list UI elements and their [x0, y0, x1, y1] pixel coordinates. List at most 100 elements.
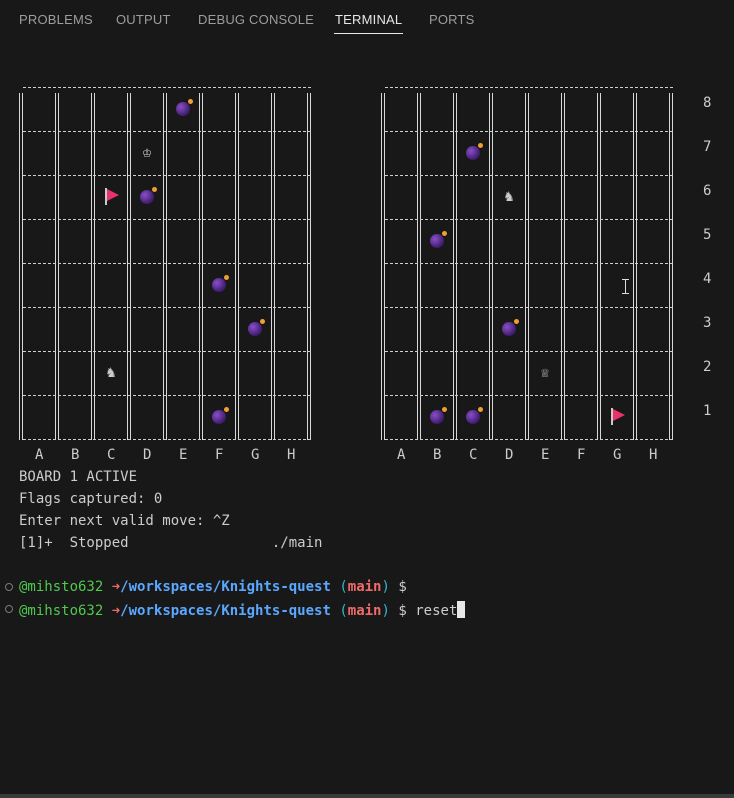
board-rank-divider — [23, 307, 311, 308]
row-label: 7 — [703, 139, 712, 155]
mouse-ibeam-icon — [622, 279, 629, 294]
board-rank-divider — [385, 439, 673, 440]
prompt-decoration-icon — [5, 605, 13, 613]
knight-piece-icon: ♞ — [504, 187, 514, 205]
row-label: 5 — [703, 227, 712, 243]
column-label: H — [649, 447, 658, 463]
shell-prompt-2[interactable]: @mihsto632 ➜/workspaces/Knights-quest (m… — [19, 601, 466, 619]
bomb-icon — [176, 99, 193, 116]
column-label: F — [215, 447, 224, 463]
status-board-active: BOARD 1 ACTIVE — [19, 469, 138, 485]
board-grid-line — [633, 93, 637, 440]
column-label: B — [433, 447, 442, 463]
column-label: G — [251, 447, 260, 463]
board-rank-divider — [385, 219, 673, 220]
column-label: G — [613, 447, 622, 463]
board-rank-divider — [23, 351, 311, 352]
board-grid-line — [597, 93, 601, 440]
bottom-edge — [0, 794, 734, 798]
bomb-icon — [466, 407, 483, 424]
tab-terminal[interactable]: TERMINAL — [333, 12, 404, 34]
bomb-icon — [212, 407, 229, 424]
board-grid-line — [669, 93, 673, 440]
board-rank-divider — [23, 175, 311, 176]
board-1: ♔ ♞ — [19, 87, 313, 444]
knight-piece-icon: ♞ — [106, 363, 116, 381]
board-rank-divider — [385, 87, 673, 88]
board-rank-divider — [23, 395, 311, 396]
job-stopped-message: [1]+ Stopped ./main — [19, 535, 323, 551]
board-rank-divider — [385, 307, 673, 308]
board-grid-line — [91, 93, 95, 440]
row-label: 6 — [703, 183, 712, 199]
tab-output[interactable]: OUTPUT — [116, 12, 171, 27]
board-grid-line — [525, 93, 529, 440]
board-grid-line — [561, 93, 565, 440]
bomb-icon — [502, 319, 519, 336]
prompt-user: @mihsto632 — [19, 579, 104, 595]
text-cursor — [457, 601, 466, 618]
king-piece-icon: ♔ — [142, 143, 152, 161]
prompt-dollar: $ — [398, 603, 407, 619]
prompt-paren-close: ) — [381, 603, 390, 619]
bomb-icon — [466, 143, 483, 160]
column-label: C — [469, 447, 478, 463]
prompt-paren-close: ) — [381, 579, 390, 595]
move-input-prompt: Enter next valid move: ^Z — [19, 513, 230, 529]
row-label: 3 — [703, 315, 712, 331]
prompt-dollar: $ — [398, 579, 407, 595]
board-rank-divider — [385, 131, 673, 132]
typed-command[interactable]: reset — [415, 603, 457, 619]
bomb-icon — [212, 275, 229, 292]
tab-problems[interactable]: PROBLEMS — [19, 12, 93, 27]
prompt-decoration-icon — [5, 583, 13, 591]
column-label: D — [143, 447, 152, 463]
board-grid-line — [307, 93, 311, 440]
board-rank-divider — [385, 263, 673, 264]
column-label: E — [179, 447, 188, 463]
row-label: 8 — [703, 95, 712, 111]
flag-icon — [610, 408, 626, 425]
row-label: 1 — [703, 403, 712, 419]
bomb-icon — [248, 319, 265, 336]
flag-icon — [104, 188, 120, 205]
prompt-branch: main — [347, 603, 382, 619]
row-label: 2 — [703, 359, 712, 375]
board-rank-divider — [23, 263, 311, 264]
prompt-paren-open: ( — [339, 603, 348, 619]
bomb-icon — [430, 231, 447, 248]
board-rank-divider — [385, 395, 673, 396]
board-rank-divider — [23, 87, 311, 88]
tab-ports[interactable]: PORTS — [429, 12, 475, 27]
board-grid-line — [453, 93, 457, 440]
board-grid-line — [235, 93, 239, 440]
board-rank-divider — [385, 351, 673, 352]
panel-tab-bar: PROBLEMS OUTPUT DEBUG CONSOLE TERMINAL P… — [0, 0, 734, 36]
prompt-path: /workspaces/Knights-quest — [120, 579, 331, 595]
board-rank-divider — [23, 131, 311, 132]
board-grid-line — [55, 93, 59, 440]
shell-prompt-1: @mihsto632 ➜/workspaces/Knights-quest (m… — [19, 579, 407, 595]
column-label: F — [577, 447, 586, 463]
bomb-icon — [140, 187, 157, 204]
bomb-icon — [430, 407, 447, 424]
prompt-user: @mihsto632 — [19, 603, 104, 619]
board-grid-line — [19, 93, 23, 440]
prompt-arrow-icon: ➜ — [111, 579, 121, 595]
board-grid-line — [163, 93, 167, 440]
board-grid-line — [381, 93, 385, 440]
board-rank-divider — [385, 175, 673, 176]
column-label: E — [541, 447, 550, 463]
status-flags-captured: Flags captured: 0 — [19, 491, 163, 507]
column-label: A — [35, 447, 44, 463]
tab-debug-console[interactable]: DEBUG CONSOLE — [198, 12, 314, 27]
board-rank-divider — [23, 439, 311, 440]
prompt-path: /workspaces/Knights-quest — [120, 603, 331, 619]
board-rank-divider — [23, 219, 311, 220]
board-grid-line — [417, 93, 421, 440]
board-grid-line — [199, 93, 203, 440]
board-grid-line — [127, 93, 131, 440]
column-label: H — [287, 447, 296, 463]
column-label: D — [505, 447, 514, 463]
board-grid-line — [489, 93, 493, 440]
